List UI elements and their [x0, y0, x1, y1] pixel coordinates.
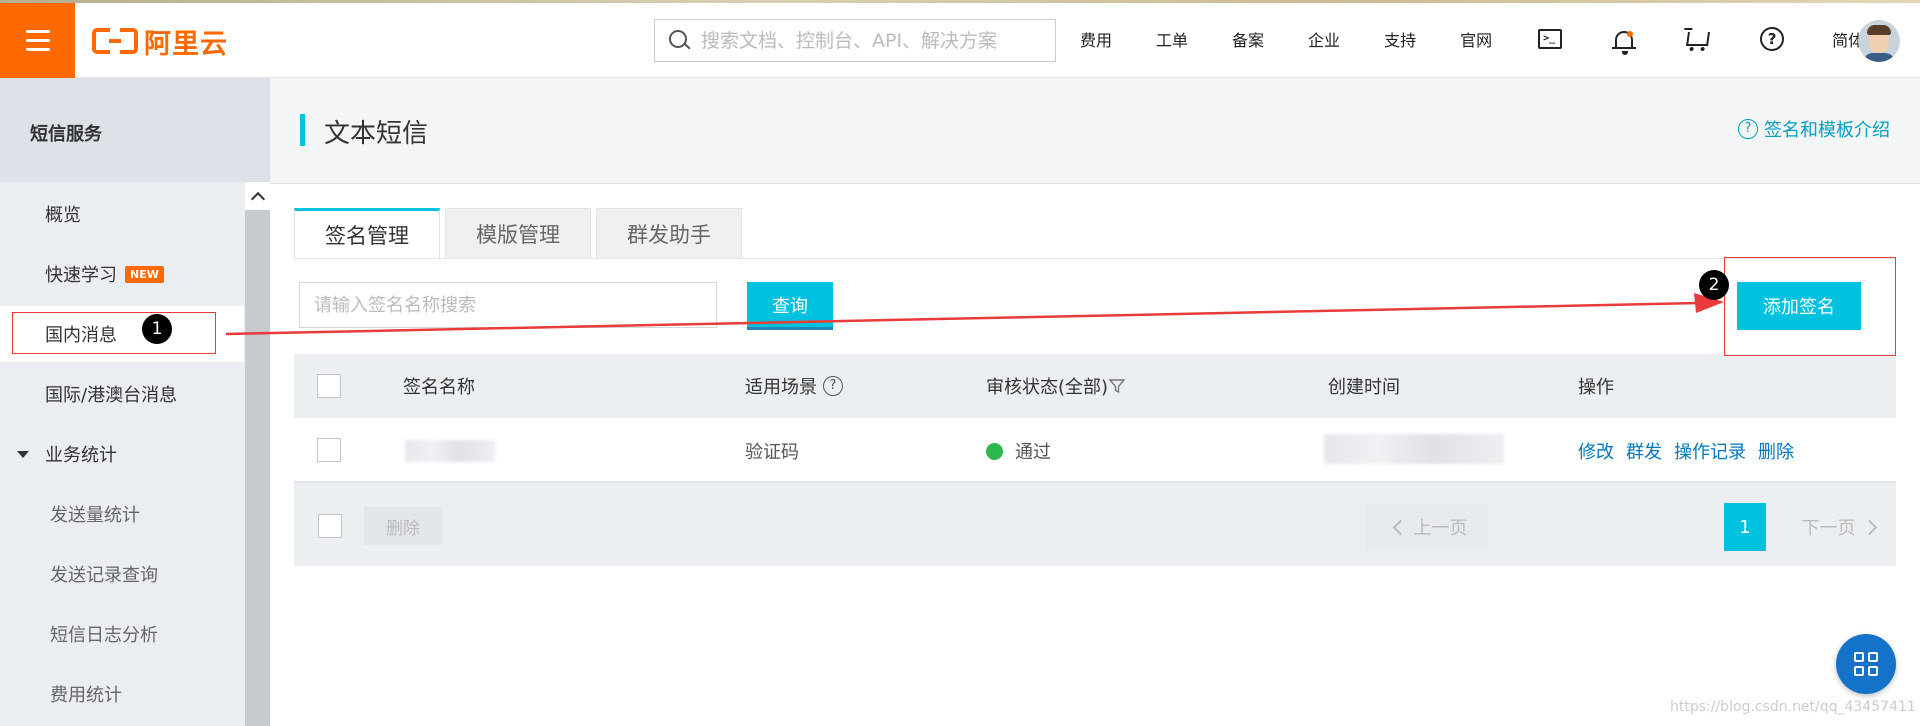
- nav-website[interactable]: 官网: [1460, 27, 1492, 51]
- page-header: 文本短信 ? 签名和模板介绍: [270, 78, 1920, 184]
- title-accent-bar: [300, 114, 305, 146]
- prev-page-button[interactable]: 上一页: [1366, 503, 1488, 551]
- help-icon[interactable]: ?: [823, 376, 843, 396]
- bulk-send-link[interactable]: 群发: [1626, 438, 1662, 464]
- tab-divider: [294, 258, 1896, 259]
- col-status-label: 审核状态(全部): [986, 377, 1109, 398]
- global-search: [654, 19, 1056, 62]
- apps-grid-button[interactable]: [1836, 634, 1896, 694]
- filter-icon[interactable]: [1108, 377, 1126, 395]
- page-number-button[interactable]: 1: [1724, 503, 1766, 551]
- operation-log-link[interactable]: 操作记录: [1674, 438, 1746, 464]
- sidebar-item-label: 发送记录查询: [50, 565, 158, 586]
- bell-icon[interactable]: [1610, 25, 1638, 55]
- sidebar-item-log-analysis[interactable]: 短信日志分析: [0, 606, 244, 662]
- aliyun-logo-icon: [92, 27, 138, 55]
- grid-icon: [1854, 652, 1878, 676]
- next-page-button[interactable]: 下一页: [1780, 503, 1904, 551]
- help-icon[interactable]: ?: [1758, 25, 1786, 53]
- avatar[interactable]: [1858, 20, 1900, 62]
- global-search-input[interactable]: [701, 29, 1041, 52]
- sidebar-item-overview[interactable]: 概览: [0, 186, 244, 242]
- row-status: 通过: [986, 438, 1051, 464]
- sidebar-item-label: 业务统计: [45, 445, 117, 466]
- sidebar-scrollbar[interactable]: [245, 182, 270, 726]
- chevron-left-icon: [1392, 519, 1408, 535]
- highlight-box-domestic: [12, 312, 216, 354]
- table-footer: 删除 上一页 1 下一页: [294, 482, 1896, 566]
- bulk-delete-button[interactable]: 删除: [364, 507, 442, 545]
- col-scene: 适用场景 ?: [745, 373, 849, 399]
- intro-link[interactable]: ? 签名和模板介绍: [1738, 116, 1890, 142]
- sidebar-item-label: 国际/港澳台消息: [45, 385, 178, 406]
- chevron-right-icon: [1861, 519, 1877, 535]
- nav-icp[interactable]: 备案: [1232, 27, 1264, 51]
- nav-tickets[interactable]: 工单: [1156, 27, 1188, 51]
- col-actions: 操作: [1578, 377, 1614, 398]
- success-dot-icon: [986, 442, 1003, 460]
- next-page-label: 下一页: [1801, 518, 1856, 539]
- step-badge-2: 2: [1699, 270, 1729, 300]
- cart-icon[interactable]: [1684, 25, 1712, 53]
- search-icon[interactable]: [669, 29, 691, 52]
- table-header: 签名名称 适用场景 ? 审核状态(全部) 创建时间 操作: [294, 354, 1896, 418]
- tab-bar: 签名管理 模版管理 群发助手: [294, 208, 747, 260]
- sidebar-item-cost-stats[interactable]: 费用统计: [0, 666, 244, 722]
- top-navbar: 阿里云 费用 工单 备案 企业 支持 官网 >_ ? 简体: [0, 0, 1920, 78]
- prev-page-label: 上一页: [1413, 518, 1468, 539]
- sidebar-item-label: 短信日志分析: [50, 625, 158, 646]
- sidebar-item-send-records[interactable]: 发送记录查询: [0, 546, 244, 602]
- top-nav: 费用 工单 备案 企业 支持 官网 >_ ? 简体: [1080, 0, 1908, 78]
- edit-link[interactable]: 修改: [1578, 438, 1614, 464]
- table-row: 验证码 通过 修改 群发 操作记录 删除: [294, 418, 1896, 482]
- sidebar-item-label: 快速学习: [45, 265, 117, 286]
- highlight-box-add: [1724, 257, 1896, 356]
- scroll-up-icon[interactable]: [245, 182, 270, 210]
- hamburger-menu-button[interactable]: [0, 3, 75, 78]
- select-all-checkbox[interactable]: [317, 374, 341, 398]
- sidebar-item-label: 费用统计: [50, 685, 122, 706]
- col-signature-name: 签名名称: [403, 377, 475, 398]
- step-badge-1: 1: [142, 314, 172, 344]
- created-time-blurred: [1324, 434, 1504, 464]
- col-created-time: 创建时间: [1328, 377, 1400, 398]
- row-scene: 验证码: [745, 442, 799, 463]
- tab-bulk-assistant[interactable]: 群发助手: [596, 208, 742, 259]
- row-actions: 修改 群发 操作记录 删除: [1578, 438, 1806, 464]
- row-status-label: 通过: [1015, 442, 1051, 463]
- delete-link[interactable]: 删除: [1758, 438, 1794, 464]
- sidebar: 短信服务 概览 快速学习 NEW 国内消息 国际/港澳台消息 业务统计 发送量统…: [0, 78, 270, 726]
- sidebar-item-international[interactable]: 国际/港澳台消息: [0, 366, 244, 422]
- sidebar-title: 短信服务: [0, 78, 270, 182]
- tab-template-management[interactable]: 模版管理: [445, 208, 591, 259]
- watermark: https://blog.csdn.net/qq_43457411: [1670, 699, 1916, 715]
- footer-checkbox[interactable]: [318, 514, 342, 538]
- logo-text: 阿里云: [144, 28, 228, 60]
- notification-dot: [1627, 31, 1634, 37]
- signature-name-blurred: [405, 440, 495, 462]
- row-checkbox[interactable]: [317, 438, 341, 462]
- caret-down-icon: [17, 451, 29, 458]
- signature-search-input[interactable]: [299, 282, 717, 328]
- intro-link-label: 签名和模板介绍: [1764, 120, 1890, 141]
- signature-table: 签名名称 适用场景 ? 审核状态(全部) 创建时间 操作 验证码 通过 修改 群…: [294, 354, 1896, 566]
- page-title: 文本短信: [324, 119, 429, 149]
- col-scene-label: 适用场景: [745, 377, 817, 398]
- nav-billing[interactable]: 费用: [1080, 27, 1112, 51]
- sidebar-item-label: 概览: [45, 205, 81, 226]
- nav-enterprise[interactable]: 企业: [1308, 27, 1340, 51]
- tab-signature-management[interactable]: 签名管理: [294, 208, 440, 260]
- sidebar-item-stats-group[interactable]: 业务统计: [0, 426, 244, 482]
- col-status[interactable]: 审核状态(全部): [986, 373, 1126, 399]
- new-badge: NEW: [125, 265, 164, 283]
- question-icon: ?: [1738, 119, 1758, 139]
- nav-support[interactable]: 支持: [1384, 27, 1416, 51]
- aliyun-logo[interactable]: 阿里云: [92, 24, 228, 60]
- sidebar-item-label: 发送量统计: [50, 505, 140, 526]
- sidebar-item-send-volume[interactable]: 发送量统计: [0, 486, 244, 542]
- sidebar-item-quick-learn[interactable]: 快速学习 NEW: [0, 246, 244, 302]
- terminal-icon[interactable]: >_: [1536, 25, 1564, 53]
- query-button[interactable]: 查询: [747, 282, 833, 330]
